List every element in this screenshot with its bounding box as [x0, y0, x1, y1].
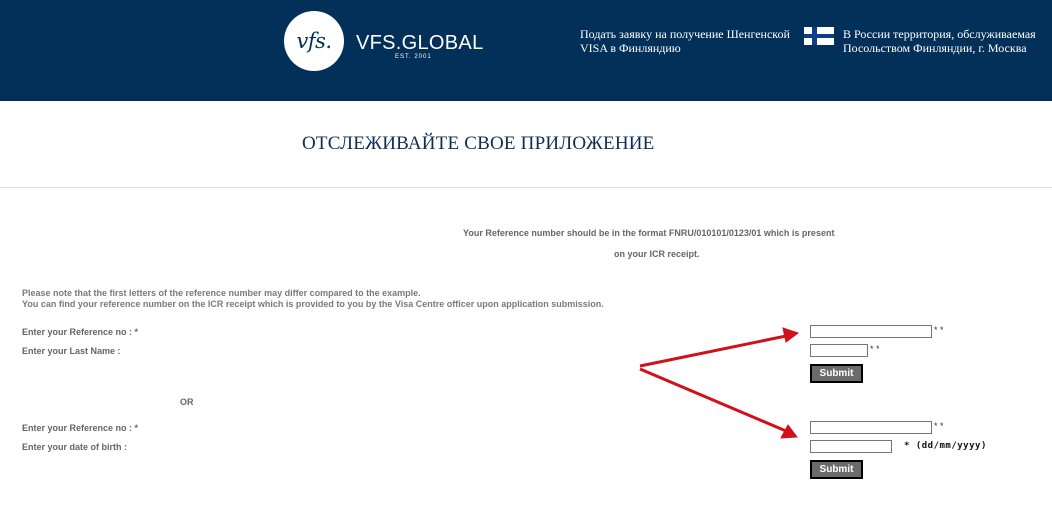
annotation-arrow-up: [639, 334, 787, 368]
arrowhead-icon: [782, 327, 800, 343]
annotation-arrow-down: [639, 367, 787, 433]
annotation-arrows: [639, 327, 800, 439]
